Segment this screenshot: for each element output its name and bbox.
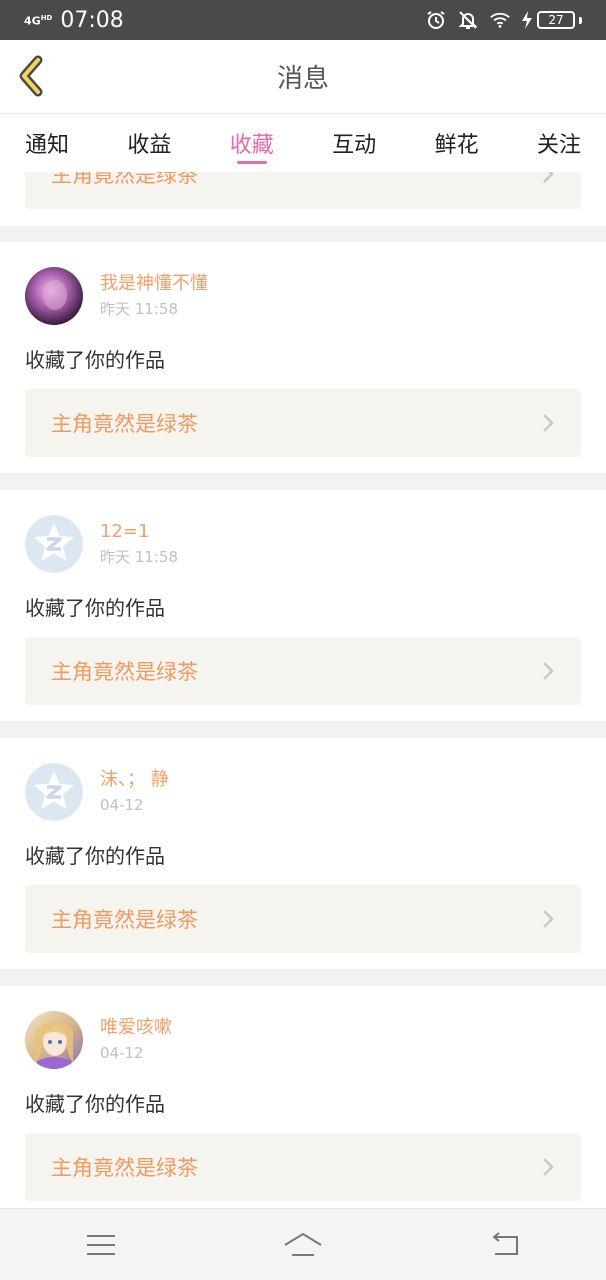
network-indicator: 4GHD (24, 13, 52, 27)
tab-bar: 通知 收益 收藏 互动 鲜花 关注 (0, 114, 606, 172)
back-icon (492, 1231, 518, 1255)
system-nav-bar (0, 1208, 606, 1280)
work-title: 主角竟然是绿茶 (51, 1156, 198, 1180)
status-bar: 4GHD 07:08 27 (0, 0, 606, 40)
work-link[interactable]: 主角竟然是绿茶 (25, 1133, 581, 1201)
message-card: 我是神懂不懂 昨天 11:58 收藏了你的作品 主角竟然是绿茶 (0, 242, 606, 473)
user-row[interactable]: 沫、； 静 04-12 (25, 763, 169, 821)
default-avatar-icon (25, 763, 83, 821)
tab-interaction[interactable]: 互动 (332, 114, 376, 172)
username[interactable]: 唯爱咳嗽 (100, 1016, 172, 1040)
work-link[interactable]: 主角竟然是绿茶 (25, 389, 581, 457)
tab-flowers[interactable]: 鲜花 (435, 114, 479, 172)
work-link[interactable]: 主角竟然是绿茶 (25, 885, 581, 953)
timestamp: 04-12 (100, 796, 144, 814)
work-title: 主角竟然是绿茶 (51, 172, 198, 187)
work-title: 主角竟然是绿茶 (51, 908, 198, 932)
action-text: 收藏了你的作品 (25, 596, 165, 620)
avatar[interactable] (25, 1011, 83, 1069)
avatar[interactable] (25, 515, 83, 573)
avatar[interactable] (25, 267, 83, 325)
chevron-right-icon (543, 910, 554, 928)
chevron-right-icon (543, 414, 554, 432)
work-title: 主角竟然是绿茶 (51, 412, 198, 436)
tab-earnings[interactable]: 收益 (127, 114, 171, 172)
back-nav-button[interactable] (475, 1220, 535, 1270)
work-link[interactable]: 主角竟然是绿茶 (25, 637, 581, 705)
timestamp: 04-12 (100, 1044, 144, 1062)
menu-icon (87, 1234, 115, 1255)
timestamp: 昨天 11:58 (100, 300, 178, 318)
work-link[interactable]: 主角竟然是绿茶 (25, 172, 581, 209)
timestamp: 昨天 11:58 (100, 548, 178, 566)
action-text: 收藏了你的作品 (25, 1092, 165, 1116)
tab-favorites[interactable]: 收藏 (230, 114, 274, 172)
bell-off-icon (457, 9, 479, 31)
message-card: 沫、； 静 04-12 收藏了你的作品 主角竟然是绿茶 (0, 738, 606, 969)
battery-tip (579, 16, 582, 24)
default-avatar-icon (25, 515, 83, 573)
user-row[interactable]: 我是神懂不懂 昨天 11:58 (25, 267, 208, 325)
alarm-icon (425, 9, 447, 31)
network-type: 4G (24, 14, 41, 28)
home-button[interactable] (273, 1220, 333, 1270)
back-button[interactable] (14, 54, 54, 98)
action-text: 收藏了你的作品 (25, 844, 165, 868)
user-row[interactable]: 12=1 昨天 11:58 (25, 515, 178, 573)
network-sup: HD (40, 14, 53, 23)
tab-following[interactable]: 关注 (537, 114, 581, 172)
home-icon (284, 1232, 322, 1256)
username[interactable]: 我是神懂不懂 (100, 272, 208, 296)
header: 消息 (0, 40, 606, 114)
message-list[interactable]: 主角竟然是绿茶 我是神懂不懂 昨天 11:58 收藏了你的作品 主角竟然是绿茶 (0, 172, 606, 1208)
message-card: 唯爱咳嗽 04-12 收藏了你的作品 主角竟然是绿茶 (0, 986, 606, 1208)
username[interactable]: 沫、； 静 (100, 768, 169, 792)
clock: 07:08 (60, 7, 124, 33)
avatar[interactable] (25, 763, 83, 821)
username[interactable]: 12=1 (100, 520, 178, 544)
chevron-right-icon (543, 662, 554, 680)
message-card: 12=1 昨天 11:58 收藏了你的作品 主角竟然是绿茶 (0, 490, 606, 721)
chevron-right-icon (543, 172, 554, 183)
tab-notifications[interactable]: 通知 (25, 114, 69, 172)
battery-level: 27 (537, 11, 575, 29)
message-card-partial: 主角竟然是绿茶 (0, 172, 606, 226)
wifi-icon (489, 9, 511, 31)
charging-icon (521, 9, 533, 31)
page-title: 消息 (276, 64, 329, 94)
chevron-right-icon (543, 1158, 554, 1176)
user-row[interactable]: 唯爱咳嗽 04-12 (25, 1011, 172, 1069)
action-text: 收藏了你的作品 (25, 348, 165, 372)
menu-button[interactable] (71, 1220, 131, 1270)
work-title: 主角竟然是绿茶 (51, 660, 198, 684)
chevron-left-icon (19, 55, 43, 97)
battery-indicator: 27 (521, 9, 582, 31)
